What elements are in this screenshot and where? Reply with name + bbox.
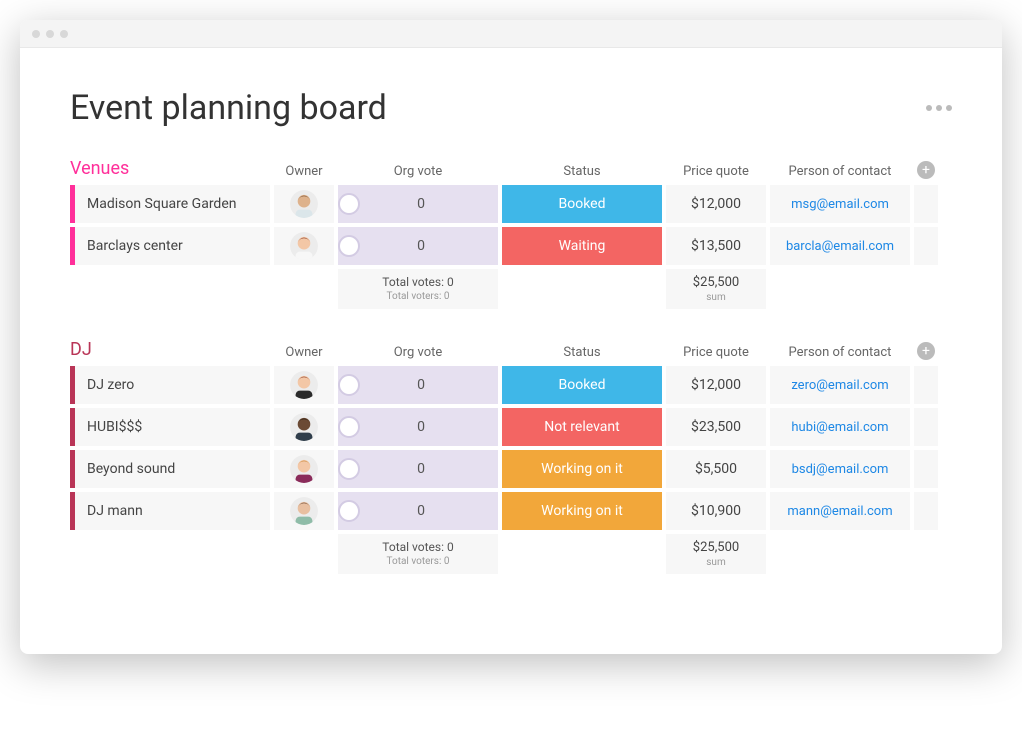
- vote-count: 0: [372, 238, 498, 254]
- window-titlebar: [20, 20, 1002, 48]
- vote-circle-icon[interactable]: [338, 416, 360, 438]
- status-cell[interactable]: Waiting: [502, 227, 662, 265]
- window-control-dot: [32, 30, 40, 38]
- board-content: Event planning board Venues Owner Org vo…: [20, 48, 1002, 654]
- table-row[interactable]: DJ mann 0 Working on it $10,900 mann@ema…: [70, 492, 952, 530]
- vote-circle-icon[interactable]: [338, 374, 360, 396]
- row-name-cell[interactable]: Madison Square Garden: [75, 185, 270, 223]
- org-vote-cell[interactable]: 0: [338, 185, 498, 223]
- status-cell[interactable]: Booked: [502, 366, 662, 404]
- vote-count: 0: [372, 377, 498, 393]
- more-menu-button[interactable]: [926, 105, 952, 111]
- row-name-cell[interactable]: DJ zero: [75, 366, 270, 404]
- column-header-status: Status: [502, 345, 662, 360]
- org-vote-cell[interactable]: 0: [338, 492, 498, 530]
- contact-cell[interactable]: hubi@email.com: [770, 408, 910, 446]
- vote-circle-icon[interactable]: [338, 458, 360, 480]
- price-cell[interactable]: $10,900: [666, 492, 766, 530]
- add-column-button[interactable]: +: [917, 161, 935, 179]
- column-header-org-vote: Org vote: [338, 164, 498, 179]
- avatar-icon: [290, 190, 318, 218]
- owner-cell[interactable]: [274, 227, 334, 265]
- row-trailing-cell: [914, 227, 938, 265]
- price-cell[interactable]: $23,500: [666, 408, 766, 446]
- row-name-cell[interactable]: HUBI$$$: [75, 408, 270, 446]
- owner-cell[interactable]: [274, 450, 334, 488]
- status-cell[interactable]: Working on it: [502, 492, 662, 530]
- table-row[interactable]: HUBI$$$ 0 Not relevant $23,500 hubi@emai…: [70, 408, 952, 446]
- vote-circle-icon[interactable]: [338, 235, 360, 257]
- window-control-dot: [46, 30, 54, 38]
- contact-cell[interactable]: barcla@email.com: [770, 227, 910, 265]
- status-cell[interactable]: Booked: [502, 185, 662, 223]
- avatar-icon: [290, 455, 318, 483]
- column-header-status: Status: [502, 164, 662, 179]
- status-cell[interactable]: Not relevant: [502, 408, 662, 446]
- column-header-person-of-contact: Person of contact: [770, 345, 910, 360]
- row-trailing-cell: [914, 492, 938, 530]
- owner-cell[interactable]: [274, 408, 334, 446]
- column-header-org-vote: Org vote: [338, 345, 498, 360]
- avatar-icon: [290, 497, 318, 525]
- vote-circle-icon[interactable]: [338, 500, 360, 522]
- group-dj: DJ Owner Org vote Status Price quote Per…: [70, 339, 952, 574]
- price-summary: $25,500 sum: [666, 534, 766, 574]
- page-title: Event planning board: [70, 88, 387, 128]
- group-summary-row: Total votes: 0 Total voters: 0 $25,500 s…: [70, 269, 952, 309]
- group-venues: Venues Owner Org vote Status Price quote…: [70, 158, 952, 309]
- table-row[interactable]: Beyond sound 0 Working on it $5,500 bsdj…: [70, 450, 952, 488]
- contact-cell[interactable]: zero@email.com: [770, 366, 910, 404]
- vote-count: 0: [372, 461, 498, 477]
- status-cell[interactable]: Working on it: [502, 450, 662, 488]
- add-column-button[interactable]: +: [917, 342, 935, 360]
- avatar-icon: [290, 413, 318, 441]
- column-header-owner: Owner: [274, 164, 334, 179]
- row-trailing-cell: [914, 408, 938, 446]
- row-trailing-cell: [914, 450, 938, 488]
- price-summary: $25,500 sum: [666, 269, 766, 309]
- org-vote-cell[interactable]: 0: [338, 450, 498, 488]
- row-trailing-cell: [914, 366, 938, 404]
- price-cell[interactable]: $12,000: [666, 366, 766, 404]
- vote-summary: Total votes: 0 Total voters: 0: [338, 534, 498, 574]
- contact-cell[interactable]: msg@email.com: [770, 185, 910, 223]
- group-title[interactable]: Venues: [70, 158, 270, 179]
- price-cell[interactable]: $5,500: [666, 450, 766, 488]
- app-window: Event planning board Venues Owner Org vo…: [20, 20, 1002, 654]
- vote-circle-icon[interactable]: [338, 193, 360, 215]
- table-row[interactable]: Barclays center 0 Waiting $13,500 barcla…: [70, 227, 952, 265]
- column-header-price-quote: Price quote: [666, 345, 766, 360]
- row-name-cell[interactable]: DJ mann: [75, 492, 270, 530]
- vote-count: 0: [372, 503, 498, 519]
- window-control-dot: [60, 30, 68, 38]
- org-vote-cell[interactable]: 0: [338, 408, 498, 446]
- contact-cell[interactable]: mann@email.com: [770, 492, 910, 530]
- group-title[interactable]: DJ: [70, 339, 270, 360]
- column-header-owner: Owner: [274, 345, 334, 360]
- owner-cell[interactable]: [274, 366, 334, 404]
- row-name-cell[interactable]: Barclays center: [75, 227, 270, 265]
- contact-cell[interactable]: bsdj@email.com: [770, 450, 910, 488]
- avatar-icon: [290, 371, 318, 399]
- owner-cell[interactable]: [274, 492, 334, 530]
- vote-count: 0: [372, 419, 498, 435]
- table-row[interactable]: Madison Square Garden 0 Booked $12,000 m…: [70, 185, 952, 223]
- row-name-cell[interactable]: Beyond sound: [75, 450, 270, 488]
- avatar-icon: [290, 232, 318, 260]
- table-row[interactable]: DJ zero 0 Booked $12,000 zero@email.com: [70, 366, 952, 404]
- org-vote-cell[interactable]: 0: [338, 366, 498, 404]
- vote-count: 0: [372, 196, 498, 212]
- org-vote-cell[interactable]: 0: [338, 227, 498, 265]
- vote-summary: Total votes: 0 Total voters: 0: [338, 269, 498, 309]
- group-summary-row: Total votes: 0 Total voters: 0 $25,500 s…: [70, 534, 952, 574]
- column-header-person-of-contact: Person of contact: [770, 164, 910, 179]
- price-cell[interactable]: $12,000: [666, 185, 766, 223]
- owner-cell[interactable]: [274, 185, 334, 223]
- column-header-price-quote: Price quote: [666, 164, 766, 179]
- row-trailing-cell: [914, 185, 938, 223]
- price-cell[interactable]: $13,500: [666, 227, 766, 265]
